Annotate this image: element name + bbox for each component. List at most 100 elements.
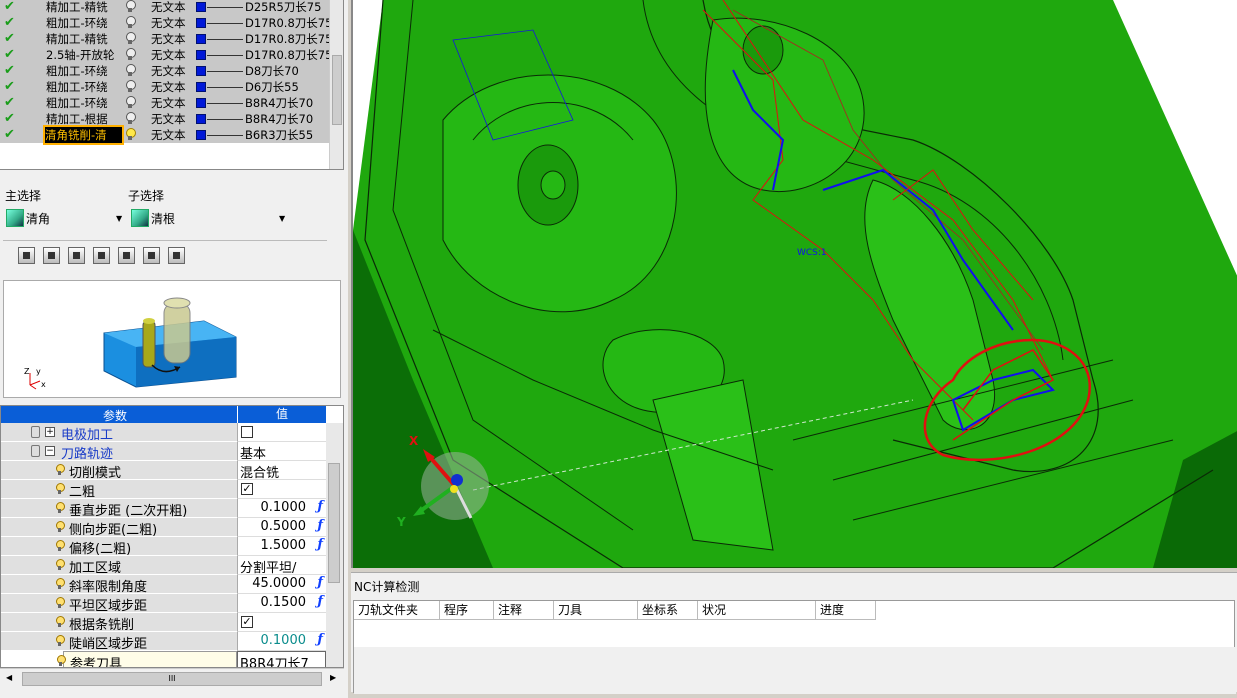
param-value[interactable]: B8R4刀长7 — [240, 653, 309, 667]
param-checkbox[interactable]: ✓ — [241, 483, 253, 495]
main-select-combo[interactable]: 清角 ▼ — [6, 207, 124, 229]
formula-icon[interactable]: ƒ — [317, 632, 323, 647]
export-icon[interactable] — [168, 247, 185, 264]
color-swatch[interactable] — [196, 66, 206, 76]
formula-icon[interactable]: ƒ — [317, 537, 323, 552]
nc-column-header[interactable]: 刀具 — [554, 601, 638, 620]
color-swatch[interactable] — [196, 98, 206, 108]
param-row[interactable]: 根据条铣削 ✓ — [1, 613, 326, 633]
formula-icon[interactable]: ƒ — [317, 518, 323, 533]
sub-select-combo[interactable]: 清根 ▼ — [131, 207, 289, 229]
bulb-icon[interactable] — [125, 80, 136, 93]
param-value[interactable]: 基本 — [240, 443, 266, 462]
param-row[interactable]: − 刀路轨迹 基本 — [1, 442, 326, 462]
3d-viewport[interactable]: X Y WCS:1 — [351, 0, 1237, 568]
param-label: 侧向步距(二粗) — [69, 523, 158, 538]
operation-row[interactable]: ✔ 精加工-精铣 无文本 D25R5刀长75 — [0, 0, 330, 15]
param-checkbox[interactable] — [241, 426, 253, 438]
bulb-icon[interactable] — [125, 0, 136, 13]
color-swatch[interactable] — [196, 114, 206, 124]
param-value[interactable]: 0.1000 — [261, 633, 307, 648]
param-label: 参考刀具 — [70, 657, 123, 668]
nc-column-header[interactable]: 状况 — [698, 601, 816, 620]
param-value[interactable]: 0.1500 — [261, 595, 307, 610]
color-swatch[interactable] — [196, 2, 206, 12]
parameter-scrollbar[interactable] — [326, 423, 343, 667]
copy-operation-icon[interactable] — [43, 247, 60, 264]
scroll-right-icon[interactable]: ▶ — [330, 673, 336, 682]
param-value[interactable]: 混合铣 — [240, 462, 279, 481]
param-row[interactable]: 陡峭区域步距 0.1000 ƒ — [1, 632, 326, 652]
main-select-label: 主选择 — [5, 189, 42, 203]
tool-settings-icon[interactable] — [68, 247, 85, 264]
bulb-icon — [55, 578, 65, 590]
param-row[interactable]: 侧向步距(二粗) 0.5000 ƒ — [1, 518, 326, 538]
param-label: 垂直步距 (二次开粗) — [69, 504, 188, 519]
color-swatch[interactable] — [196, 130, 206, 140]
color-swatch[interactable] — [196, 34, 206, 44]
param-row[interactable]: + 电极加工 — [1, 423, 326, 443]
param-row[interactable]: 参考刀具 B8R4刀长7 — [1, 651, 326, 668]
param-value[interactable]: 45.0000 — [252, 576, 306, 591]
param-row[interactable]: 垂直步距 (二次开粗) 0.1000 ƒ — [1, 499, 326, 519]
parameter-table: 参数 值 + 电极加工 − 刀路轨迹 基本 切削模式 混合铣 二粗 ✓ 垂直步距 (二次开粗) 0.… — [0, 405, 344, 668]
nc-column-header[interactable]: 注释 — [494, 601, 554, 620]
formula-icon[interactable]: ƒ — [317, 499, 323, 514]
preview-axis-y: y — [36, 367, 41, 376]
param-value[interactable]: 1.5000 — [261, 538, 307, 553]
operation-text: 无文本 — [151, 80, 186, 94]
scroll-left-icon[interactable]: ◀ — [6, 673, 12, 682]
import-template-icon[interactable] — [118, 247, 135, 264]
check-icon: ✔ — [4, 127, 15, 142]
param-value[interactable]: 0.1000 — [261, 500, 307, 515]
operation-row[interactable]: ✔ 清角铣削-清 无文本 B6R3刀长55 — [0, 125, 330, 145]
param-row[interactable]: 二粗 ✓ — [1, 480, 326, 500]
bulb-icon[interactable] — [125, 64, 136, 77]
color-swatch[interactable] — [196, 82, 206, 92]
param-row[interactable]: 斜率限制角度 45.0000 ƒ — [1, 575, 326, 595]
param-checkbox[interactable]: ✓ — [241, 616, 253, 628]
operation-row[interactable]: ✔ 2.5轴-开放轮 无文本 D17R0.8刀长75 — [0, 47, 332, 63]
operation-row[interactable]: ✔ 粗加工-环绕 无文本 D17R0.8刀长75 — [0, 15, 332, 31]
nc-column-header[interactable]: 程序 — [440, 601, 494, 620]
expand-icon[interactable]: + — [45, 427, 55, 437]
operation-row[interactable]: ✔ 精加工-精铣 无文本 D17R0.8刀长75 — [0, 31, 332, 47]
param-value[interactable]: 分割平坦/ — [240, 557, 296, 576]
param-row[interactable]: 加工区域 分割平坦/ — [1, 556, 326, 576]
collapse-icon[interactable]: − — [45, 446, 55, 456]
parameter-hscrollbar[interactable]: ◀ III ▶ — [0, 668, 344, 688]
tool-filter-icon[interactable] — [143, 247, 160, 264]
operation-row[interactable]: ✔ 粗加工-环绕 无文本 D6刀长55 — [0, 79, 330, 95]
bulb-icon[interactable] — [125, 32, 136, 45]
edit-operation-icon[interactable] — [93, 247, 110, 264]
new-operation-icon[interactable] — [18, 247, 35, 264]
bulb-icon[interactable] — [125, 48, 136, 61]
parameter-table-header: 参数 值 — [1, 406, 326, 423]
bulb-icon — [55, 464, 65, 476]
formula-icon[interactable]: ƒ — [317, 594, 323, 609]
param-row[interactable]: 切削模式 混合铣 — [1, 461, 326, 481]
operation-row[interactable]: ✔ 粗加工-环绕 无文本 B8R4刀长70 — [0, 95, 330, 111]
operation-name: 粗加工-环绕 — [46, 64, 108, 78]
bulb-icon — [56, 655, 66, 667]
param-row[interactable]: 偏移(二粗) 1.5000 ƒ — [1, 537, 326, 557]
operation-row[interactable]: ✔ 精加工-根据 无文本 B8R4刀长70 — [0, 111, 330, 127]
formula-icon[interactable]: ƒ — [317, 575, 323, 590]
bulb-icon[interactable] — [125, 112, 136, 125]
hscroll-thumb[interactable]: III — [22, 672, 322, 686]
bulb-icon[interactable] — [125, 96, 136, 109]
nc-column-header[interactable]: 坐标系 — [638, 601, 698, 620]
nc-column-header[interactable]: 进度 — [816, 601, 876, 620]
view-triad[interactable] — [419, 452, 491, 524]
nc-column-header[interactable]: 刀轨文件夹 — [354, 601, 440, 620]
bulb-icon[interactable] — [125, 16, 136, 29]
bulb-icon[interactable] — [125, 128, 136, 141]
operation-list-scrollbar[interactable] — [329, 0, 343, 169]
operation-tool: D6刀长55 — [245, 80, 299, 94]
csys-label: WCS:1 — [797, 248, 827, 258]
param-row[interactable]: 平坦区域步距 0.1500 ƒ — [1, 594, 326, 614]
operation-row[interactable]: ✔ 粗加工-环绕 无文本 D8刀长70 — [0, 63, 330, 79]
color-swatch[interactable] — [196, 50, 206, 60]
color-swatch[interactable] — [196, 18, 206, 28]
param-value[interactable]: 0.5000 — [261, 519, 307, 534]
